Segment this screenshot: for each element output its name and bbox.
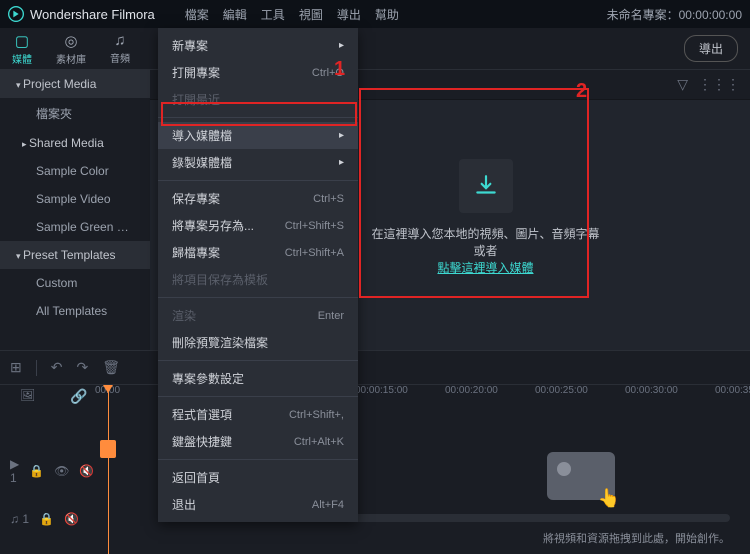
sidebar-item-sample-color[interactable]: Sample Color	[0, 157, 150, 185]
audio-icon: ♫	[114, 32, 125, 49]
menu-bar: 檔案 編輯 工具 視圖 導出 幫助	[185, 6, 399, 23]
menu-record-media[interactable]: 錄製媒體檔▸	[158, 149, 358, 176]
dropzone-text: 在這裡導入您本地的視頻、圖片、音頻字幕或者 點擊這裡導入媒體	[370, 225, 601, 276]
layout-icon[interactable]: ⊞	[10, 359, 22, 376]
tab-audio[interactable]: ♫ 音頻	[110, 32, 130, 66]
tab-media[interactable]: ▢ 媒體	[12, 32, 32, 66]
sidebar-item-all-templates[interactable]: All Templates	[0, 297, 150, 325]
menu-tools[interactable]: 工具	[261, 6, 285, 23]
redo-icon[interactable]: ↷	[76, 359, 88, 376]
download-icon	[459, 159, 513, 213]
timeline-hint: 將視頻和資源拖拽到此處，開始創作。	[543, 530, 730, 546]
sidebar-item-project-media[interactable]: Project Media	[0, 70, 150, 98]
menu-edit[interactable]: 編輯	[223, 6, 247, 23]
menu-save[interactable]: 保存專案Ctrl+S	[158, 185, 358, 212]
title-bar: Wondershare Filmora 檔案 編輯 工具 視圖 導出 幫助 未命…	[0, 0, 750, 28]
app-logo: Wondershare Filmora	[8, 6, 155, 22]
library-icon: ◎	[64, 32, 77, 50]
menu-export[interactable]: 導出	[337, 6, 361, 23]
menu-project-settings[interactable]: 專案參數設定	[158, 365, 358, 392]
sidebar-item-sample-video[interactable]: Sample Video	[0, 185, 150, 213]
lock-icon[interactable]: 🔒	[29, 464, 44, 478]
menu-archive[interactable]: 歸檔專案Ctrl+Shift+A	[158, 239, 358, 266]
menu-render: 渲染Enter	[158, 302, 358, 329]
import-dropzone[interactable]: 在這裡導入您本地的視頻、圖片、音頻字幕或者 點擊這裡導入媒體	[370, 140, 601, 295]
undo-icon[interactable]: ↶	[51, 359, 63, 376]
export-button[interactable]: 導出	[684, 35, 738, 62]
filmora-logo-icon	[8, 6, 24, 22]
menu-open-recent: 打開最近	[158, 86, 358, 113]
timeline-toolbar: ⊞ ↶ ↷ 🗑	[0, 350, 750, 384]
menu-view[interactable]: 視圖	[299, 6, 323, 23]
sidebar-item-preset-templates[interactable]: Preset Templates	[0, 241, 150, 269]
file-menu-dropdown: 新專案▸ 打開專案Ctrl+O 打開最近 導入媒體檔▸ 錄製媒體檔▸ 保存專案C…	[158, 28, 358, 522]
media-icon: ▢	[15, 32, 29, 50]
filter-icon[interactable]: ▽	[677, 76, 688, 93]
visibility-icon[interactable]: 👁	[54, 464, 69, 478]
menu-file[interactable]: 檔案	[185, 6, 209, 23]
menu-exit[interactable]: 退出Alt+F4	[158, 491, 358, 518]
app-name: Wondershare Filmora	[30, 7, 155, 22]
menu-shortcuts[interactable]: 鍵盤快捷鍵Ctrl+Alt+K	[158, 428, 358, 455]
sidebar-item-sample-green[interactable]: Sample Green Scr...	[0, 213, 150, 241]
mute-icon[interactable]: 🔇	[79, 464, 94, 478]
delete-icon[interactable]: 🗑	[102, 359, 120, 376]
menu-import-media[interactable]: 導入媒體檔▸	[158, 122, 358, 149]
menu-help[interactable]: 幫助	[375, 6, 399, 23]
menu-delete-preview[interactable]: 刪除預覽渲染檔案	[158, 329, 358, 356]
menu-preferences[interactable]: 程式首選項Ctrl+Shift+,	[158, 401, 358, 428]
menu-save-template: 將項目保存為模板	[158, 266, 358, 293]
sidebar: Project Media 檔案夾 Shared Media Sample Co…	[0, 70, 150, 350]
sidebar-item-shared-media[interactable]: Shared Media	[0, 129, 150, 157]
menu-open-project[interactable]: 打開專案Ctrl+O	[158, 59, 358, 86]
sidebar-item-folder[interactable]: 檔案夾	[0, 98, 150, 129]
toolbar: ▢ 媒體 ◎ 素材庫 ♫ 音頻 導出	[0, 28, 750, 70]
sidebar-item-custom[interactable]: Custom	[0, 269, 150, 297]
playhead[interactable]	[108, 385, 109, 554]
menu-new-project[interactable]: 新專案▸	[158, 32, 358, 59]
dropzone-link[interactable]: 點擊這裡導入媒體	[437, 261, 533, 275]
cursor-hand-icon: 👆	[598, 488, 620, 509]
menu-save-as[interactable]: 將專案另存為...Ctrl+Shift+S	[158, 212, 358, 239]
lock-icon[interactable]: 🔒	[39, 512, 54, 526]
annotation-number-1: 1	[334, 58, 345, 81]
annotation-number-2: 2	[576, 80, 587, 103]
grid-icon[interactable]: ⋮⋮⋮	[698, 76, 740, 93]
mute-icon[interactable]: 🔇	[64, 512, 79, 526]
project-title: 未命名專案：00:00:00:00	[607, 6, 742, 23]
menu-home[interactable]: 返回首頁	[158, 464, 358, 491]
tab-library[interactable]: ◎ 素材庫	[56, 32, 86, 66]
timeline[interactable]: 🖼 🔗 00:00 00:00:15:00 00:00:20:00 00:00:…	[0, 384, 750, 554]
